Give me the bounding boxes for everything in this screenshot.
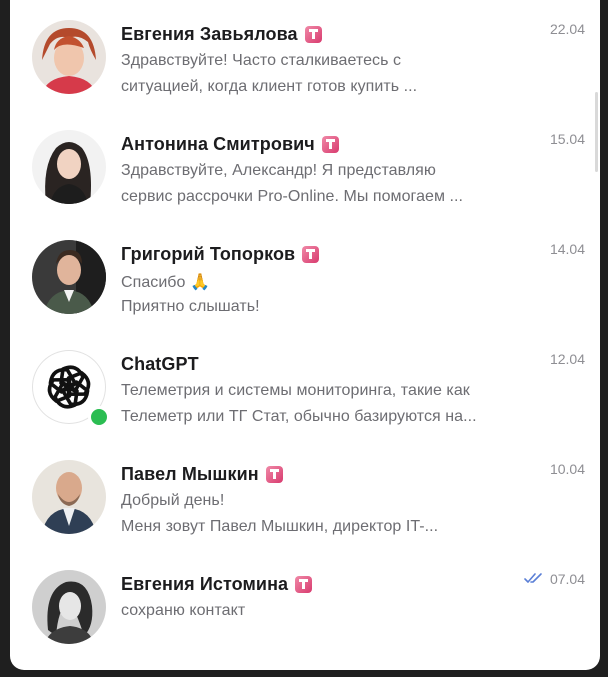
contact-name: Павел Мышкин bbox=[121, 463, 259, 484]
message-date: 22.04 bbox=[550, 21, 585, 37]
date-text: 22.04 bbox=[549, 21, 585, 37]
name-row: Антонина Смитрович bbox=[121, 132, 339, 156]
name-row: Григорий Топорков bbox=[121, 242, 320, 266]
t-badge-icon bbox=[304, 25, 322, 43]
date-text: 07.04 bbox=[549, 571, 585, 587]
chat-item-antonina-smitrovich[interactable]: Антонина Смитрович Здравствуйте, Алексан… bbox=[10, 110, 600, 220]
contact-name: Евгения Завьялова bbox=[121, 23, 298, 44]
date-text: 14.04 bbox=[549, 241, 585, 257]
message-preview-line2: сервис рассрочки Pro-Online. Мы помогаем… bbox=[121, 188, 464, 205]
online-status-indicator bbox=[88, 406, 110, 428]
message-date: 14.04 bbox=[550, 241, 585, 257]
message-date: 07.04 bbox=[524, 571, 585, 587]
chat-item-evgenia-zavyalova[interactable]: Евгения Завьялова Здравствуйте! Часто ст… bbox=[10, 0, 600, 110]
chat-item-pavel-myshkin[interactable]: Павел Мышкин Добрый день! Меня зовут Пав… bbox=[10, 440, 600, 550]
name-row: Евгения Завьялова bbox=[121, 22, 322, 46]
message-date: 15.04 bbox=[550, 131, 585, 147]
contact-name: Антонина Смитрович bbox=[121, 133, 315, 154]
message-preview-line1: сохраню контакт bbox=[121, 602, 246, 619]
t-badge-icon bbox=[321, 135, 339, 153]
date-text: 12.04 bbox=[549, 351, 585, 367]
message-preview-line1: Добрый день! bbox=[121, 492, 225, 509]
message-preview-line2: ситуацией, когда клиент готов купить ... bbox=[121, 78, 418, 95]
avatar bbox=[32, 240, 106, 314]
double-check-icon bbox=[524, 571, 544, 587]
name-row: ChatGPT bbox=[121, 352, 199, 376]
message-preview-line2: Телеметр или ТГ Стат, обычно базируются … bbox=[121, 408, 477, 425]
date-text: 10.04 bbox=[549, 461, 585, 477]
message-preview-line1: Спасибо 🙏 bbox=[121, 274, 210, 291]
avatar bbox=[32, 20, 106, 94]
contact-name: Григорий Топорков bbox=[121, 243, 296, 264]
message-preview-line2: Приятно слышать! bbox=[121, 298, 260, 315]
chat-item-evgenia-istomina[interactable]: Евгения Истомина сохраню контакт 07.04 bbox=[10, 550, 600, 660]
avatar bbox=[32, 570, 106, 644]
t-badge-icon bbox=[302, 245, 320, 263]
date-text: 15.04 bbox=[549, 131, 585, 147]
message-preview-line2: Меня зовут Павел Мышкин, директор IT-... bbox=[121, 518, 439, 535]
message-preview-line1: Здравствуйте! Часто сталкиваетесь с bbox=[121, 52, 402, 69]
name-row: Павел Мышкин bbox=[121, 462, 283, 486]
contact-name: ChatGPT bbox=[121, 353, 199, 374]
avatar bbox=[32, 460, 106, 534]
message-date: 12.04 bbox=[550, 351, 585, 367]
message-preview-line1: Телеметрия и системы мониторинга, такие … bbox=[121, 382, 470, 399]
chat-list-panel: Евгения Завьялова Здравствуйте! Часто ст… bbox=[10, 0, 600, 670]
message-preview-line1: Здравствуйте, Александр! Я представляю bbox=[121, 162, 436, 179]
name-row: Евгения Истомина bbox=[121, 572, 313, 596]
message-date: 10.04 bbox=[550, 461, 585, 477]
t-badge-icon bbox=[295, 575, 313, 593]
avatar bbox=[32, 130, 106, 204]
chat-item-grigoriy-toporkov[interactable]: Григорий Топорков Спасибо 🙏 Приятно слыш… bbox=[10, 220, 600, 330]
contact-name: Евгения Истомина bbox=[121, 573, 289, 594]
t-badge-icon bbox=[265, 465, 283, 483]
chat-item-chatgpt[interactable]: ChatGPT Телеметрия и системы мониторинга… bbox=[10, 330, 600, 440]
